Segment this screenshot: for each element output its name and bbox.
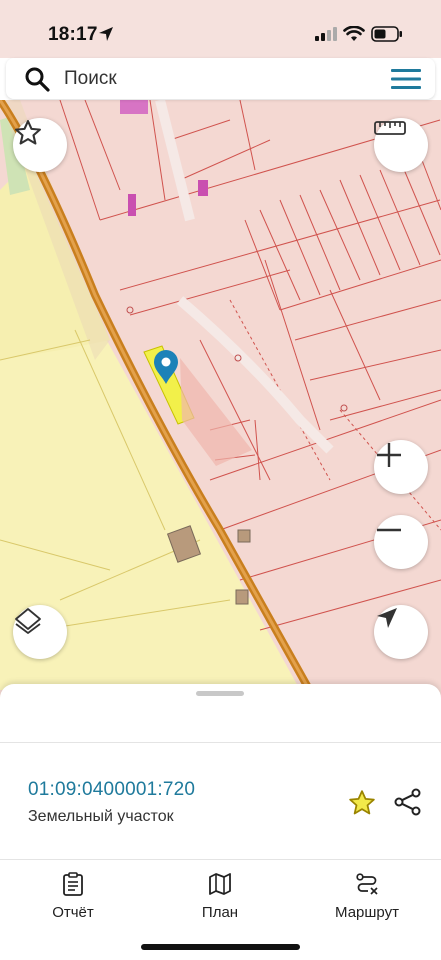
cadastral-number[interactable]: 01:09:0400001:720 <box>28 779 195 801</box>
zoom-out-button[interactable] <box>374 515 428 569</box>
plus-icon <box>377 443 401 467</box>
minus-icon <box>377 528 401 532</box>
adjacent-parcel <box>180 358 252 466</box>
tab-plan[interactable]: План <box>160 872 280 921</box>
object-type: Земельный участок <box>28 808 174 825</box>
structure <box>235 589 249 605</box>
ruler-icon <box>374 121 406 135</box>
tab-report[interactable]: Отчёт <box>13 872 133 921</box>
battery-icon <box>371 26 402 42</box>
layers-button[interactable] <box>13 605 67 659</box>
status-bar: 18:17 <box>0 0 441 58</box>
building <box>128 194 136 216</box>
tab-plan-label: План <box>201 904 239 921</box>
local-road <box>155 100 195 222</box>
tab-route-label: Маршрут <box>335 904 399 921</box>
menu-icon[interactable] <box>390 67 422 91</box>
report-icon <box>63 872 83 896</box>
divider <box>0 742 441 743</box>
star-icon <box>15 120 41 145</box>
home-indicator[interactable] <box>141 944 300 950</box>
layers-icon <box>15 608 41 634</box>
navigation-arrow-icon <box>377 608 397 628</box>
star-icon[interactable] <box>347 788 377 818</box>
tab-route[interactable]: Маршрут <box>307 872 427 921</box>
location-services-icon <box>99 27 113 41</box>
favorites-button[interactable] <box>13 118 67 172</box>
parcel-boundaries-dashed <box>229 299 441 531</box>
status-time: 18:17 <box>48 24 98 45</box>
building <box>198 180 208 196</box>
search-icon[interactable] <box>24 66 50 92</box>
tab-report-label: Отчёт <box>52 904 94 921</box>
cadastral-map[interactable] <box>0 100 441 700</box>
ruler-button[interactable] <box>374 118 428 172</box>
wifi-icon <box>343 26 365 41</box>
search-bar[interactable] <box>6 58 435 99</box>
bottom-sheet[interactable]: 01:09:0400001:720 Земельный участок Отчё… <box>0 684 441 960</box>
route-icon <box>356 873 378 895</box>
structure <box>237 529 251 543</box>
zoom-in-button[interactable] <box>374 440 428 494</box>
map-icon <box>209 873 231 895</box>
my-location-button[interactable] <box>374 605 428 659</box>
building <box>120 100 148 114</box>
search-input[interactable] <box>64 66 364 92</box>
cellular-signal-icon <box>315 27 337 41</box>
sheet-drag-handle[interactable] <box>196 691 244 696</box>
divider <box>0 859 441 860</box>
share-icon[interactable] <box>393 787 423 817</box>
